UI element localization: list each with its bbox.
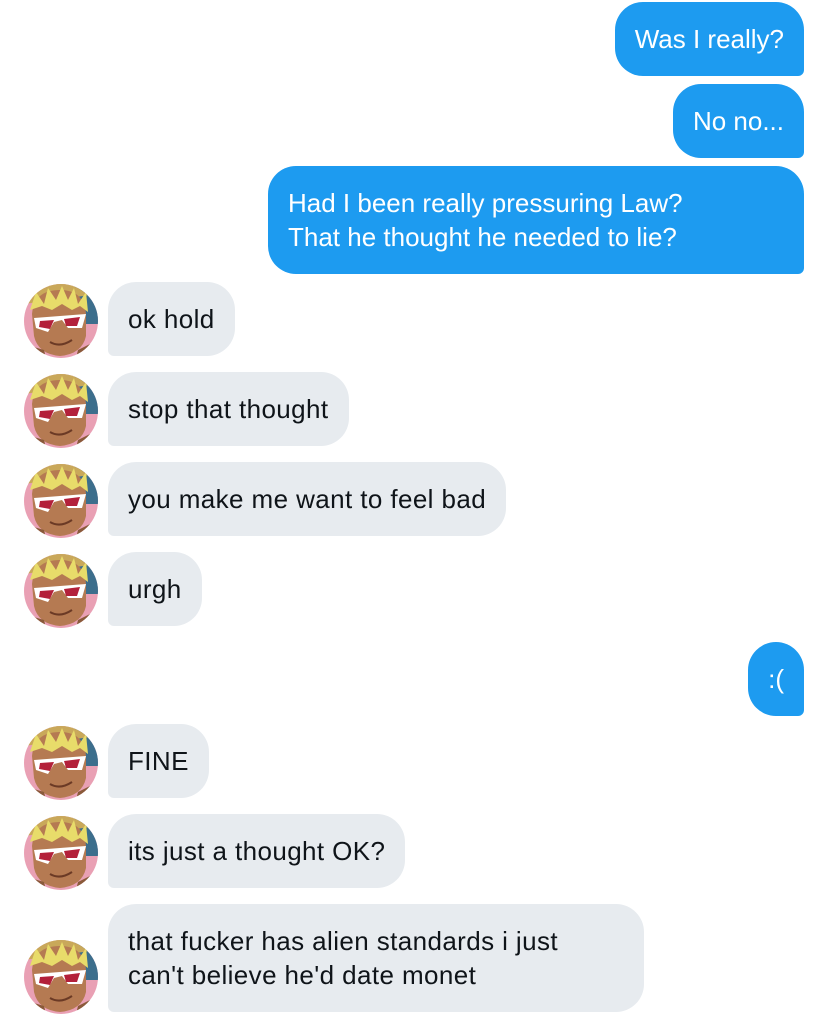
message-text-line: that fucker has alien standards i just	[128, 926, 558, 956]
sender-avatar[interactable]	[24, 726, 98, 800]
message-thread: Was I really? No no... Had I been really…	[0, 0, 828, 1019]
message-text: stop that thought	[128, 394, 329, 424]
incoming-message[interactable]: FINE	[108, 724, 209, 798]
message-text-line: Had I been really pressuring Law?	[288, 188, 683, 218]
message-text: you make me want to feel bad	[128, 484, 487, 514]
message-text-line: can't believe he'd date monet	[128, 960, 477, 990]
message-text: ok hold	[128, 304, 215, 334]
message-text-line: That he thought he needed to lie?	[288, 222, 677, 252]
incoming-message[interactable]: its just a thought OK?	[108, 814, 406, 888]
sender-avatar[interactable]	[24, 284, 98, 358]
message-text: :(	[768, 664, 784, 694]
message-text: FINE	[128, 746, 189, 776]
sender-avatar[interactable]	[24, 940, 98, 1014]
sender-avatar[interactable]	[24, 554, 98, 628]
outgoing-message[interactable]: No no...	[672, 84, 804, 158]
outgoing-message[interactable]: Had I been really pressuring Law? That h…	[268, 166, 804, 274]
incoming-message[interactable]: you make me want to feel bad	[108, 462, 507, 536]
sender-avatar[interactable]	[24, 816, 98, 890]
incoming-message[interactable]: stop that thought	[108, 372, 349, 446]
sender-avatar[interactable]	[24, 374, 98, 448]
message-text: urgh	[128, 574, 182, 604]
sender-avatar[interactable]	[24, 464, 98, 538]
outgoing-message[interactable]: Was I really?	[614, 2, 804, 76]
outgoing-message[interactable]: :(	[748, 642, 804, 716]
incoming-message[interactable]: that fucker has alien standards i just c…	[108, 904, 644, 1012]
incoming-message[interactable]: ok hold	[108, 282, 235, 356]
message-text: Was I really?	[634, 24, 784, 54]
message-text: its just a thought OK?	[128, 836, 386, 866]
incoming-message[interactable]: urgh	[108, 552, 202, 626]
message-text: No no...	[692, 106, 784, 136]
